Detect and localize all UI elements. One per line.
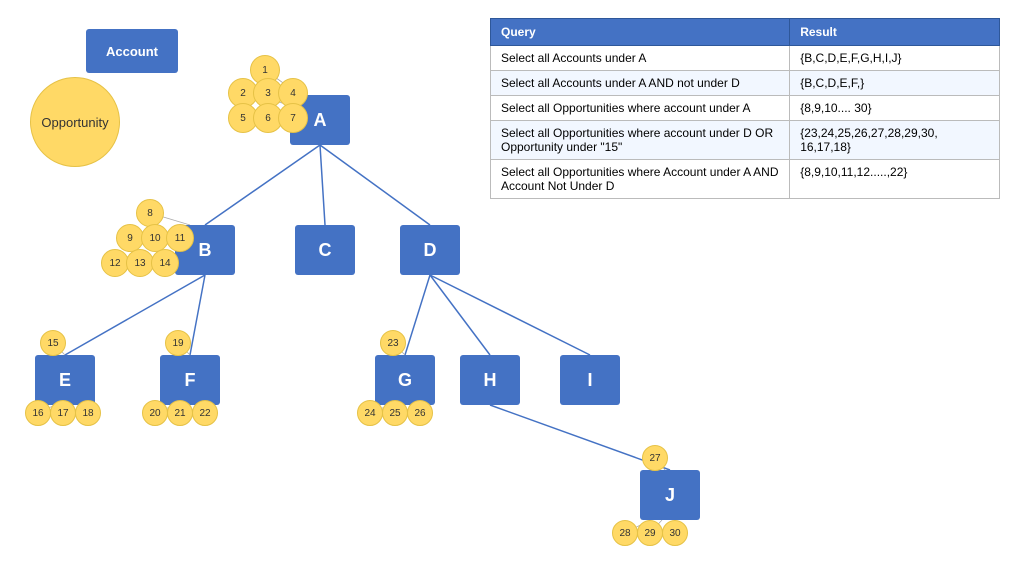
opportunity-9: 9 [116, 224, 144, 252]
opportunity-20: 20 [142, 400, 168, 426]
account-node-D: D [400, 225, 460, 275]
result-cell: {8,9,10,11,12.....,22} [790, 160, 1000, 199]
opportunity-21: 21 [167, 400, 193, 426]
opportunity-19: 19 [165, 330, 191, 356]
query-cell: Select all Opportunities where account u… [491, 121, 790, 160]
opportunity-30: 30 [662, 520, 688, 546]
account-node-J: J [640, 470, 700, 520]
opportunity-29: 29 [637, 520, 663, 546]
opportunity-28: 28 [612, 520, 638, 546]
result-cell: {8,9,10.... 30} [790, 96, 1000, 121]
opportunity-14: 14 [151, 249, 179, 277]
query-cell: Select all Opportunities where account u… [491, 96, 790, 121]
result-cell: {B,C,D,E,F,G,H,I,J} [790, 46, 1000, 71]
opportunity-23: 23 [380, 330, 406, 356]
opportunity-24: 24 [357, 400, 383, 426]
account-node-G: G [375, 355, 435, 405]
result-cell: {23,24,25,26,27,28,29,30, 16,17,18} [790, 121, 1000, 160]
query-cell: Select all Accounts under A [491, 46, 790, 71]
legend-opportunity-label: Opportunity [36, 110, 113, 135]
opportunity-25: 25 [382, 400, 408, 426]
opportunity-17: 17 [50, 400, 76, 426]
opportunity-11: 11 [166, 224, 194, 252]
query-cell: Select all Accounts under A AND not unde… [491, 71, 790, 96]
table-header-result: Result [790, 19, 1000, 46]
opportunity-15: 15 [40, 330, 66, 356]
opportunity-26: 26 [407, 400, 433, 426]
table-row: Select all Accounts under A AND not unde… [491, 71, 1000, 96]
query-cell: Select all Opportunities where Account u… [491, 160, 790, 199]
legend-opportunity-circle: Opportunity [30, 77, 120, 167]
legend-account-label: Account [106, 44, 158, 59]
opportunity-16: 16 [25, 400, 51, 426]
account-node-I: I [560, 355, 620, 405]
table-row: Select all Opportunities where Account u… [491, 160, 1000, 199]
opportunity-13: 13 [126, 249, 154, 277]
legend-account-box: Account [86, 29, 178, 73]
query-table: Query Result Select all Accounts under A… [490, 18, 1000, 199]
table-header-query: Query [491, 19, 790, 46]
result-cell: {B,C,D,E,F,} [790, 71, 1000, 96]
account-node-C: C [295, 225, 355, 275]
opportunity-27: 27 [642, 445, 668, 471]
opportunity-12: 12 [101, 249, 129, 277]
table-row: Select all Opportunities where account u… [491, 121, 1000, 160]
opportunity-7: 7 [278, 103, 308, 133]
opportunity-10: 10 [141, 224, 169, 252]
table-row: Select all Accounts under A{B,C,D,E,F,G,… [491, 46, 1000, 71]
opportunity-18: 18 [75, 400, 101, 426]
table-row: Select all Opportunities where account u… [491, 96, 1000, 121]
opportunity-22: 22 [192, 400, 218, 426]
account-node-H: H [460, 355, 520, 405]
opportunity-8: 8 [136, 199, 164, 227]
account-node-F: F [160, 355, 220, 405]
account-node-E: E [35, 355, 95, 405]
